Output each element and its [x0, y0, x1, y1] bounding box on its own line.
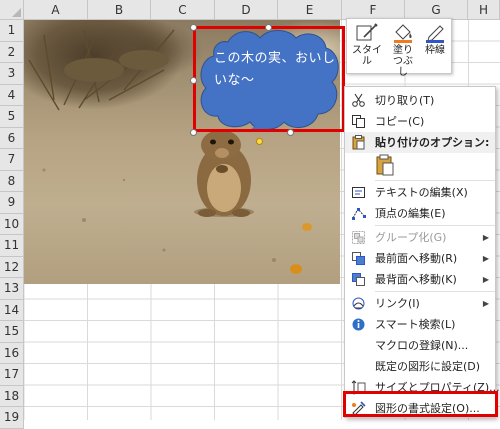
submenu-arrow-icon: ▶	[482, 254, 489, 263]
row-header-18[interactable]: 18	[0, 385, 24, 407]
menu-label: テキストの編集(X)	[375, 186, 468, 199]
text-box-icon	[352, 187, 365, 198]
menu-item-group[interactable]: グループ化(G) ▶	[345, 227, 495, 248]
format-shape-highlight	[343, 391, 498, 417]
group-icon	[352, 231, 365, 244]
menu-separator	[375, 180, 495, 181]
mini-toolbar: スタイル 塗りつぶし 枠線	[346, 18, 452, 78]
clipboard-icon	[376, 154, 394, 176]
menu-item-cut[interactable]: 切り取り(T)	[345, 90, 495, 111]
submenu-arrow-icon: ▶	[482, 275, 489, 284]
paint-bucket-icon	[394, 24, 412, 43]
row-header-17[interactable]: 17	[0, 364, 24, 386]
outline-button[interactable]: 枠線	[420, 21, 450, 71]
row-header-6[interactable]: 6	[0, 127, 24, 149]
paste-icon	[352, 135, 365, 150]
column-header-d[interactable]: D	[215, 0, 278, 20]
column-header-g[interactable]: G	[405, 0, 468, 20]
row-header-2[interactable]: 2	[0, 41, 24, 63]
resize-handle[interactable]	[190, 77, 197, 84]
menu-label: リンク(I)	[375, 297, 420, 310]
fill-label: 塗りつぶし	[393, 45, 413, 78]
select-all-corner[interactable]	[0, 0, 24, 20]
fill-button[interactable]: 塗りつぶし	[386, 21, 420, 78]
shape-style-icon	[356, 23, 378, 41]
menu-label: 貼り付けのオプション:	[375, 136, 490, 149]
menu-label: 最背面へ移動(K)	[375, 273, 457, 286]
row-header-10[interactable]: 10	[0, 213, 24, 235]
column-header-f[interactable]: F	[342, 0, 405, 20]
submenu-arrow-icon: ▶	[482, 299, 489, 308]
paste-keep-source-button[interactable]	[375, 154, 395, 176]
column-header-c[interactable]: C	[151, 0, 215, 20]
column-header-e[interactable]: E	[278, 0, 342, 20]
row-header-16[interactable]: 16	[0, 342, 24, 364]
style-button[interactable]: スタイル	[350, 21, 384, 71]
menu-item-bring-front[interactable]: 最前面へ移動(R) ▶	[345, 248, 495, 269]
resize-handle[interactable]	[190, 24, 197, 31]
outline-label: 枠線	[425, 45, 445, 56]
pen-outline-icon	[426, 25, 444, 43]
row-header-7[interactable]: 7	[0, 149, 24, 171]
scissors-icon	[352, 93, 365, 107]
menu-separator	[375, 291, 495, 292]
submenu-arrow-icon: ▶	[482, 233, 489, 242]
menu-item-edit-text[interactable]: テキストの編集(X)	[345, 182, 495, 203]
column-header-b[interactable]: B	[88, 0, 151, 20]
row-header-8[interactable]: 8	[0, 170, 24, 192]
menu-item-edit-points[interactable]: 頂点の編集(E)	[345, 203, 495, 224]
column-header-a[interactable]: A	[24, 0, 88, 20]
row-header-15[interactable]: 15	[0, 321, 24, 343]
speech-bubble-highlight	[193, 26, 345, 132]
send-back-icon	[352, 273, 365, 286]
bring-front-icon	[352, 252, 365, 265]
menu-label: 最前面へ移動(R)	[375, 252, 458, 265]
edit-points-icon	[352, 208, 366, 220]
row-header-12[interactable]: 12	[0, 256, 24, 278]
menu-item-link[interactable]: リンク(I) ▶	[345, 293, 495, 314]
menu-label: グループ化(G)	[375, 231, 447, 244]
row-header-9[interactable]: 9	[0, 192, 24, 214]
smart-lookup-icon	[352, 318, 365, 331]
menu-separator	[375, 225, 495, 226]
row-header-5[interactable]: 5	[0, 106, 24, 128]
row-header-1[interactable]: 1	[0, 20, 24, 42]
context-menu: 切り取り(T) コピー(C) 貼り付けのオプション: テキストの編集(X) 頂点…	[344, 86, 500, 418]
menu-item-copy[interactable]: コピー(C)	[345, 111, 495, 132]
menu-label: マクロの登録(N)...	[375, 339, 469, 352]
menu-item-assign-macro[interactable]: マクロの登録(N)...	[345, 335, 495, 356]
menu-label: スマート検索(L)	[375, 318, 456, 331]
row-header-3[interactable]: 3	[0, 63, 24, 85]
menu-item-send-back[interactable]: 最背面へ移動(K) ▶	[345, 269, 495, 290]
resize-handle[interactable]	[265, 24, 272, 31]
copy-icon	[352, 115, 365, 128]
menu-label: 既定の図形に設定(D)	[375, 360, 481, 373]
resize-handle[interactable]	[287, 129, 294, 136]
row-header-14[interactable]: 14	[0, 299, 24, 321]
menu-item-paste-options: 貼り付けのオプション:	[345, 132, 495, 153]
menu-label: 切り取り(T)	[375, 94, 435, 107]
row-header-4[interactable]: 4	[0, 84, 24, 106]
menu-label: コピー(C)	[375, 115, 425, 128]
row-header-11[interactable]: 11	[0, 235, 24, 257]
column-header-h[interactable]: H	[468, 0, 500, 20]
resize-handle[interactable]	[190, 129, 197, 136]
adjust-handle[interactable]	[256, 138, 263, 145]
row-header-19[interactable]: 19	[0, 407, 24, 429]
menu-item-smart-lookup[interactable]: スマート検索(L)	[345, 314, 495, 335]
style-label: スタイル	[352, 45, 382, 67]
row-header-13[interactable]: 13	[0, 278, 24, 300]
menu-item-set-default[interactable]: 既定の図形に設定(D)	[345, 356, 495, 377]
link-icon	[352, 297, 365, 310]
menu-label: 頂点の編集(E)	[375, 207, 446, 220]
